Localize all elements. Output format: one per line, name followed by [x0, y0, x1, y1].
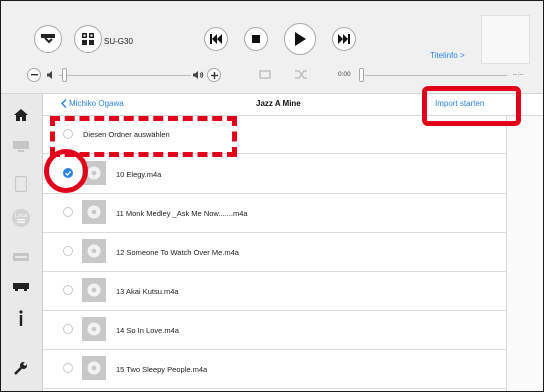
- pure-direct-icon: [41, 34, 55, 44]
- file-thumbnail: [82, 200, 106, 224]
- file-checkbox[interactable]: [63, 246, 73, 256]
- sidebar-item-usb[interactable]: [9, 246, 33, 268]
- network-server-icon: [13, 141, 29, 152]
- input-device-icon: [13, 283, 29, 291]
- back-button[interactable]: Michiko Ogawa: [61, 99, 124, 108]
- file-thumbnail: [82, 239, 106, 263]
- info-icon: [19, 310, 23, 326]
- annotation-box-select-folder: [50, 116, 237, 157]
- file-row[interactable]: 13 Akai Kutsu.m4a: [43, 271, 543, 311]
- sidebar-item-home[interactable]: [9, 104, 33, 126]
- time-remaining: --:--: [513, 71, 524, 78]
- minus-icon: [30, 74, 38, 76]
- file-thumbnail: [82, 317, 106, 341]
- previous-track-button[interactable]: [204, 27, 228, 51]
- play-icon: [295, 32, 306, 46]
- settings-wrench-icon: [14, 361, 28, 375]
- player-control-bar: SU-G30 Titelinfo > 0:00 --:--: [1, 1, 543, 94]
- file-checkbox[interactable]: [63, 324, 73, 334]
- plus-icon: [210, 71, 218, 79]
- file-name: 15 Two Sleepy People.m4a: [116, 365, 208, 374]
- play-button[interactable]: [284, 23, 316, 55]
- titleinfo-link[interactable]: Titelinfo >: [430, 51, 465, 60]
- next-track-button[interactable]: [332, 27, 356, 51]
- stop-button[interactable]: [244, 27, 268, 51]
- progress-slider-thumb[interactable]: [359, 68, 364, 82]
- device-select-button[interactable]: [74, 25, 102, 53]
- sidebar-item-settings[interactable]: [9, 357, 33, 379]
- file-name: 14 So In Love.m4a: [116, 326, 179, 335]
- disc-icon: [87, 283, 101, 297]
- repeat-icon[interactable]: [259, 70, 271, 79]
- time-elapsed: 0:00: [338, 71, 351, 78]
- file-name: 11 Monk Medley _Ask Me Now.......m4a: [116, 209, 248, 218]
- disc-icon: [87, 205, 101, 219]
- file-checkbox[interactable]: [63, 285, 73, 295]
- index-panel: [506, 116, 543, 391]
- file-name: 10 Elegy.m4a: [116, 170, 162, 179]
- next-icon: [338, 34, 350, 44]
- previous-icon: [210, 34, 222, 44]
- speaker-high-icon: [193, 71, 204, 79]
- file-name: 13 Akai Kutsu.m4a: [116, 287, 179, 296]
- file-thumbnail: [82, 356, 106, 380]
- disc-icon: [87, 244, 101, 258]
- annotation-box-import: [422, 86, 521, 126]
- file-checkbox[interactable]: [63, 207, 73, 217]
- device-icon: [82, 33, 94, 45]
- file-row[interactable]: 12 Someone To Watch Over Me.m4a: [43, 232, 543, 272]
- svg-text:Local: Local: [15, 213, 27, 219]
- sidebar-item-network-server[interactable]: [9, 136, 33, 158]
- chevron-left-icon: [61, 99, 67, 108]
- stop-icon: [252, 35, 260, 43]
- sidebar-item-info[interactable]: [9, 307, 33, 329]
- home-icon: [14, 109, 28, 121]
- volume-down-button[interactable]: [27, 68, 41, 82]
- volume-slider-thumb[interactable]: [62, 68, 67, 82]
- disc-icon: [87, 361, 101, 375]
- source-sidebar: Local: [1, 94, 43, 391]
- shuffle-icon[interactable]: [295, 70, 308, 79]
- volume-up-button[interactable]: [207, 68, 221, 82]
- local-music-icon: Local: [12, 209, 30, 227]
- disc-icon: [87, 322, 101, 336]
- album-art: [481, 15, 530, 64]
- file-thumbnail: [82, 278, 106, 302]
- volume-slider-track[interactable]: [59, 75, 191, 76]
- file-row[interactable]: 15 Two Sleepy People.m4a: [43, 349, 543, 389]
- back-label: Michiko Ogawa: [69, 99, 124, 108]
- sidebar-item-local[interactable]: Local: [9, 207, 33, 229]
- disc-icon: [87, 166, 101, 180]
- usb-drive-icon: [13, 253, 29, 261]
- file-row[interactable]: 14 So In Love.m4a: [43, 310, 543, 350]
- sidebar-item-input[interactable]: [9, 276, 33, 298]
- file-checkbox[interactable]: [63, 363, 73, 373]
- pure-direct-button[interactable]: [34, 25, 62, 53]
- folder-title: Jazz A Mine: [256, 99, 301, 108]
- speaker-low-icon: [47, 71, 52, 79]
- app-window: SU-G30 Titelinfo > 0:00 --:-- Local Mich…: [0, 0, 544, 392]
- file-name: 12 Someone To Watch Over Me.m4a: [116, 248, 239, 257]
- file-row[interactable]: 11 Monk Medley _Ask Me Now.......m4a: [43, 193, 543, 233]
- tablet-icon: [15, 176, 27, 192]
- file-row[interactable]: 10 Elegy.m4a: [43, 154, 543, 194]
- device-name-label: SU-G30: [104, 37, 133, 46]
- annotation-circle-checkbox: [44, 149, 88, 193]
- sidebar-item-tablet[interactable]: [9, 173, 33, 195]
- progress-slider-track[interactable]: [365, 75, 507, 76]
